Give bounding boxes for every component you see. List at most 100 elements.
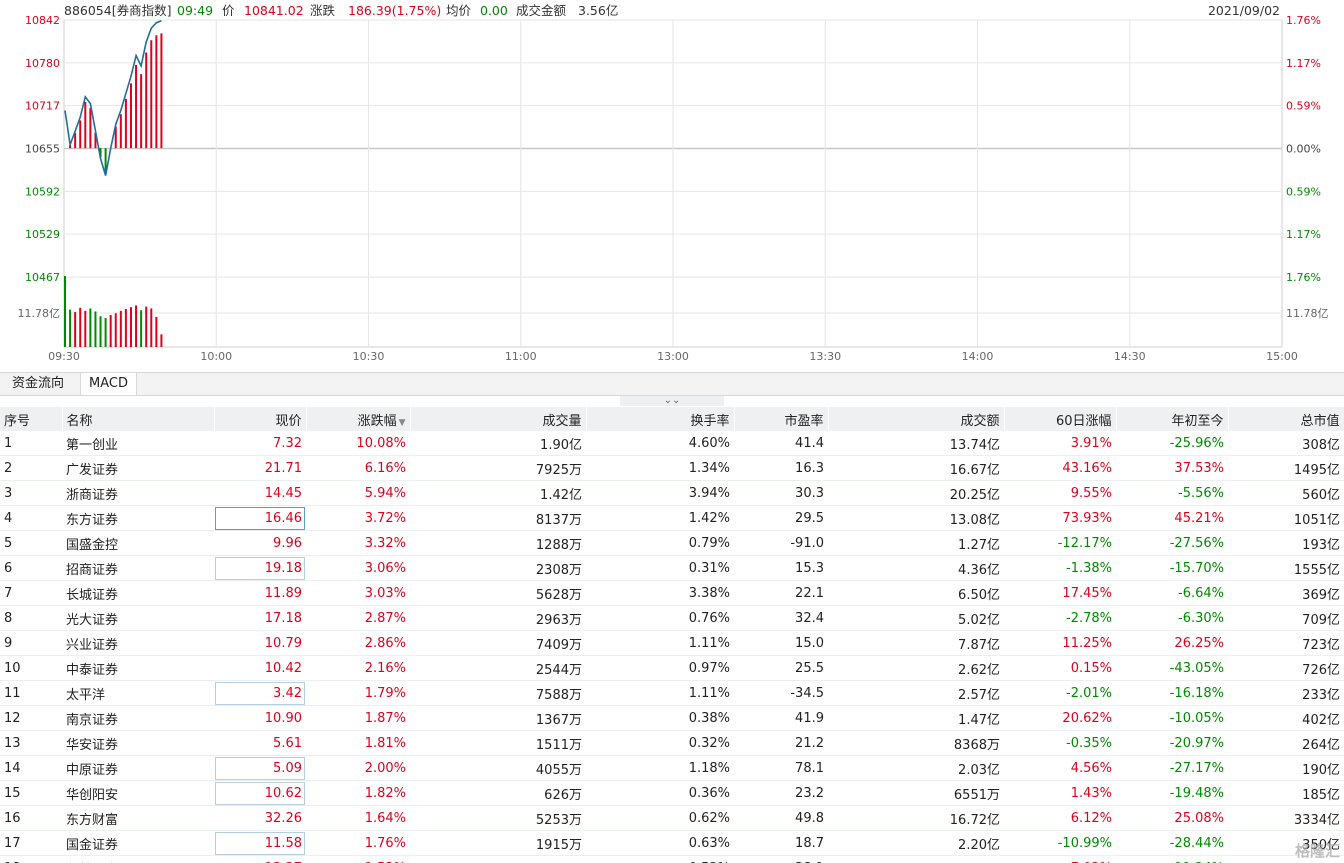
- tab-fund-flow[interactable]: 资金流向: [4, 373, 72, 395]
- table-cell: 0.15%: [1070, 660, 1112, 676]
- column-header-label: 60日涨幅: [1055, 413, 1112, 429]
- stock-table: 序号 名称 现价 涨跌幅 ▼ 成交量 换手率 市盈率 成交额 60日涨幅 年初至今 总市值 1 第一创业…: [0, 407, 1344, 863]
- column-header[interactable]: 序号: [0, 407, 63, 431]
- table-cell: -34.5: [790, 685, 824, 701]
- column-header[interactable]: 成交量: [410, 407, 587, 431]
- table-row[interactable]: 2 广发证券 21.71 6.16% 7925万 1.34% 16.3 16.67亿 43.16…: [0, 456, 1344, 481]
- pct-tick-label: 1.17%: [1286, 228, 1321, 241]
- pct-tick-label: 0.59%: [1286, 185, 1321, 198]
- sort-desc-icon: ▼: [398, 417, 406, 428]
- table-row[interactable]: 13 华安证券 5.61 1.81% 1511万 0.32% 21.2 8368万 -0.35%…: [0, 731, 1344, 756]
- table-cell: 3.91%: [1070, 435, 1112, 451]
- table-row[interactable]: 9 兴业证券 10.79 2.86% 7409万 1.11% 15.0 7.87亿 11.25%…: [0, 631, 1344, 656]
- column-header[interactable]: 总市值: [1228, 407, 1344, 431]
- table-cell: 5: [4, 535, 13, 551]
- table-cell: 18.7: [795, 835, 824, 851]
- table-cell: 369亿: [1302, 587, 1340, 603]
- table-cell: -16.18%: [1169, 685, 1224, 701]
- table-header: 序号 名称 现价 涨跌幅 ▼ 成交量 换手率 市盈率 成交额 60日涨幅 年初至今 总市值: [0, 407, 1344, 431]
- table-cell: 14.45: [264, 485, 302, 501]
- table-cell: 4055万: [535, 762, 582, 778]
- table-cell: 0.52%: [586, 856, 734, 863]
- tab-macd[interactable]: MACD: [80, 373, 137, 395]
- table-cell: 长城证券: [66, 587, 119, 603]
- table-cell: 华林证券: [62, 856, 214, 863]
- column-header[interactable]: 60日涨幅: [1004, 407, 1117, 431]
- table-row[interactable]: 6 招商证券 19.18 3.06% 2308万 0.31% 15.3 4.36亿 -1.38%…: [0, 556, 1344, 581]
- table-row[interactable]: 7 长城证券 11.89 3.03% 5628万 3.38% 22.1 6.50亿 17.45%…: [0, 581, 1344, 606]
- table-row[interactable]: 5 国盛金控 9.96 3.32% 1288万 0.79% -91.0 1.27亿 -12.17…: [0, 531, 1344, 556]
- table-row[interactable]: 12 南京证券 10.90 1.87% 1367万 0.38% 41.9 1.47亿 20.62…: [0, 706, 1344, 731]
- table-cell: -1.38%: [1066, 560, 1112, 576]
- table-cell: 185亿: [1302, 787, 1340, 803]
- table-cell: 19.18: [214, 556, 306, 581]
- table-cell: 1051亿: [1293, 512, 1340, 528]
- column-header[interactable]: 换手率: [586, 407, 735, 431]
- table-cell: -2.01%: [1066, 685, 1112, 701]
- table-cell: 1.90亿: [540, 437, 582, 453]
- table-row[interactable]: 4 东方证券 16.46 3.72% 8137万 1.42% 29.5 13.08亿 73.93…: [0, 506, 1344, 531]
- table-cell: 16.46: [214, 506, 306, 531]
- table-cell: 2: [4, 460, 13, 476]
- table-row[interactable]: 3 浙商证券 14.45 5.94% 1.42亿 3.94% 30.3 20.25亿 9.55%…: [0, 481, 1344, 506]
- table-cell: 21.2: [795, 735, 824, 751]
- price-tick-label: 10655: [25, 143, 60, 156]
- table-cell: 73.93%: [1062, 510, 1112, 526]
- table-cell: 3.03%: [364, 585, 406, 601]
- table-cell: -10.05%: [1169, 710, 1224, 726]
- table-cell: 兴业证券: [66, 637, 119, 653]
- header-avg: 0.00: [480, 3, 508, 18]
- volume-tick-label-right: 11.78亿: [1286, 307, 1329, 320]
- table-cell: 0.31%: [688, 560, 730, 576]
- table-cell: 6551万: [953, 787, 1000, 803]
- table-cell: -12.17%: [1057, 535, 1112, 551]
- table-cell: -19.48%: [1169, 785, 1224, 801]
- table-cell: 709亿: [1302, 612, 1340, 628]
- table-row[interactable]: 18华林证券13.271.53%390万0.52%38.15134万7.02%-…: [0, 856, 1344, 863]
- table-cell: 1.43%: [1070, 785, 1112, 801]
- header-amount: 3.56亿: [578, 3, 618, 18]
- column-header[interactable]: 成交额: [828, 407, 1005, 431]
- table-cell: 1.64%: [364, 810, 406, 826]
- column-header[interactable]: 市盈率: [734, 407, 829, 431]
- column-header[interactable]: 名称: [62, 407, 215, 431]
- column-header[interactable]: 涨跌幅 ▼: [306, 407, 411, 431]
- pct-tick-label: 1.76%: [1286, 271, 1321, 284]
- table-cell: 1.47亿: [958, 712, 1000, 728]
- table-cell: 8137万: [535, 512, 582, 528]
- table-row[interactable]: 1 第一创业 7.32 10.08% 1.90亿 4.60% 41.4 13.74亿 3.91%…: [0, 431, 1344, 456]
- table-cell: 5253万: [535, 812, 582, 828]
- table-row[interactable]: 16 东方财富 32.26 1.64% 5253万 0.62% 49.8 16.72亿 6.12…: [0, 806, 1344, 831]
- table-cell: 1.53%: [306, 856, 410, 863]
- table-cell: 2963万: [535, 612, 582, 628]
- table-cell: 13: [4, 735, 21, 751]
- table-cell: 4.36亿: [958, 562, 1000, 578]
- table-row[interactable]: 14 中原证券 5.09 2.00% 4055万 1.18% 78.1 2.03亿 4.56% -…: [0, 756, 1344, 781]
- table-cell: 5628万: [535, 587, 582, 603]
- table-cell: 3.94%: [688, 485, 730, 501]
- table-cell: 2.87%: [364, 610, 406, 626]
- table-cell: 1367万: [535, 712, 582, 728]
- table-row[interactable]: 17 国金证券 11.58 1.76% 1915万 0.63% 18.7 2.20亿 -10.9…: [0, 831, 1344, 856]
- column-header-label: 总市值: [1300, 413, 1340, 429]
- table-cell: 11.58: [214, 831, 306, 856]
- table-cell: 8368万: [953, 737, 1000, 753]
- time-tick-label: 15:00: [1266, 350, 1298, 363]
- table-row[interactable]: 8 光大证券 17.18 2.87% 2963万 0.76% 32.4 5.02亿 -2.78%…: [0, 606, 1344, 631]
- table-cell: 5.09: [214, 756, 306, 781]
- table-cell: 7409万: [535, 637, 582, 653]
- table-row[interactable]: 15 华创阳安 10.62 1.82% 626万 0.36% 23.2 6551万 1.43% -…: [0, 781, 1344, 806]
- table-cell: 21.71: [264, 460, 302, 476]
- intraday-chart[interactable]: 10842 1.76% 10780 1.17% 10717 0.59% 10655 0.00%…: [0, 0, 1344, 372]
- table-cell: 13.74亿: [949, 437, 1000, 453]
- table-cell: 7: [4, 585, 13, 601]
- table-cell: 14: [4, 760, 21, 776]
- column-header[interactable]: 年初至今: [1116, 407, 1229, 431]
- table-cell: 11.25%: [1062, 635, 1112, 651]
- table-row[interactable]: 11 太平洋 3.42 1.79% 7588万 1.11% -34.5 2.57亿 -2.01%…: [0, 681, 1344, 706]
- table-row[interactable]: 10 中泰证券 10.42 2.16% 2544万 0.97% 25.5 2.62亿 0.15%…: [0, 656, 1344, 681]
- table-cell: 10.42: [264, 660, 302, 676]
- chevron-double-down-icon[interactable]: ⌄⌄: [620, 396, 724, 406]
- table-cell: 723亿: [1302, 637, 1340, 653]
- column-header[interactable]: 现价: [214, 407, 307, 431]
